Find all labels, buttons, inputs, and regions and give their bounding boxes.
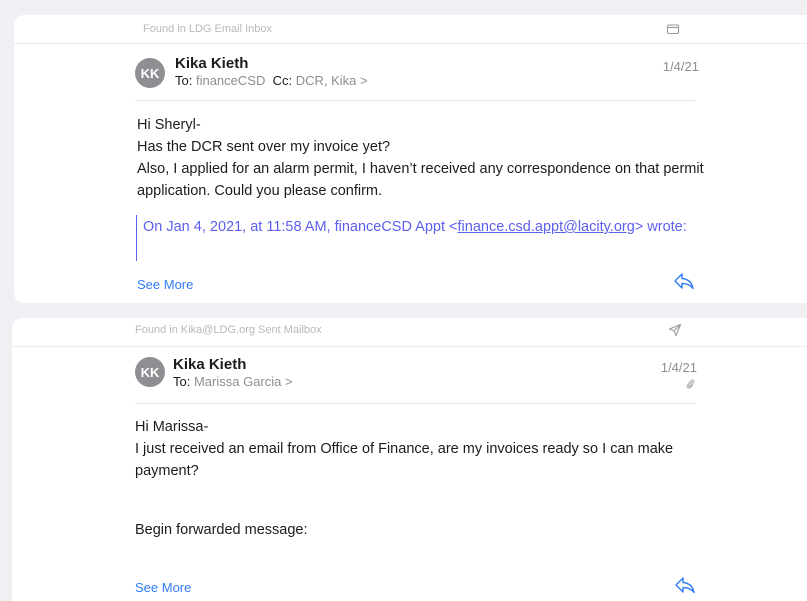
to-recipient[interactable]: financeCSD [196,73,265,88]
header-divider [135,100,695,101]
found-in-label: Found in Kika@LDG.org Sent Mailbox [135,324,322,336]
quoted-reply: On Jan 4, 2021, at 11:58 AM, financeCSD … [136,215,723,261]
recipients-line[interactable]: To: financeCSD Cc: DCR, Kika > [175,73,368,88]
message-date: 1/4/21 [660,360,697,375]
body-line: I just received an email from Office of … [135,441,674,479]
sender-name[interactable]: Kika Kieth [175,55,248,72]
see-more-link[interactable]: See More [137,277,193,292]
message-card[interactable]: Found in Kika@LDG.org Sent Mailbox KK Ki… [12,318,807,601]
found-in-bar: Found in Kika@LDG.org Sent Mailbox [12,318,807,347]
message-body: Hi Sheryl- Has the DCR sent over my invo… [137,114,707,202]
avatar: KK [135,58,165,88]
reply-icon[interactable] [674,576,696,594]
sender-name[interactable]: Kika Kieth [173,356,246,373]
message-card[interactable]: Found in LDG Email Inbox KK Kika Kieth T… [14,15,807,303]
found-in-bar: Found in LDG Email Inbox [14,15,807,44]
sent-icon [668,323,682,337]
avatar: KK [135,357,165,387]
forwarded-header: Begin forwarded message: [135,522,308,538]
body-line: Hi Sheryl- [137,117,201,133]
body-line: Has the DCR sent over my invoice yet? [137,139,391,155]
recipients-line[interactable]: To: Marissa Garcia > [173,374,293,389]
paperclip-icon [686,379,695,389]
message-body: Hi Marissa- I just received an email fro… [135,416,695,482]
to-label: To: [173,374,191,389]
to-label: To: [175,73,193,88]
body-line: Also, I applied for an alarm permit, I h… [137,161,704,199]
to-recipient[interactable]: Marissa Garcia > [194,374,293,389]
found-in-label: Found in LDG Email Inbox [143,23,273,35]
see-more-link[interactable]: See More [135,580,191,595]
reply-icon[interactable] [673,272,695,290]
tray-icon [666,24,680,35]
cc-recipients[interactable]: DCR, Kika > [296,73,368,88]
body-line: Hi Marissa- [135,419,209,435]
header-divider [135,403,696,404]
message-date: 1/4/21 [662,59,699,74]
quote-header: On Jan 4, 2021, at 11:58 AM, financeCSD … [143,219,687,235]
cc-label: Cc: [272,73,293,88]
quote-email-link[interactable]: finance.csd.appt@lacity.org [458,219,635,235]
